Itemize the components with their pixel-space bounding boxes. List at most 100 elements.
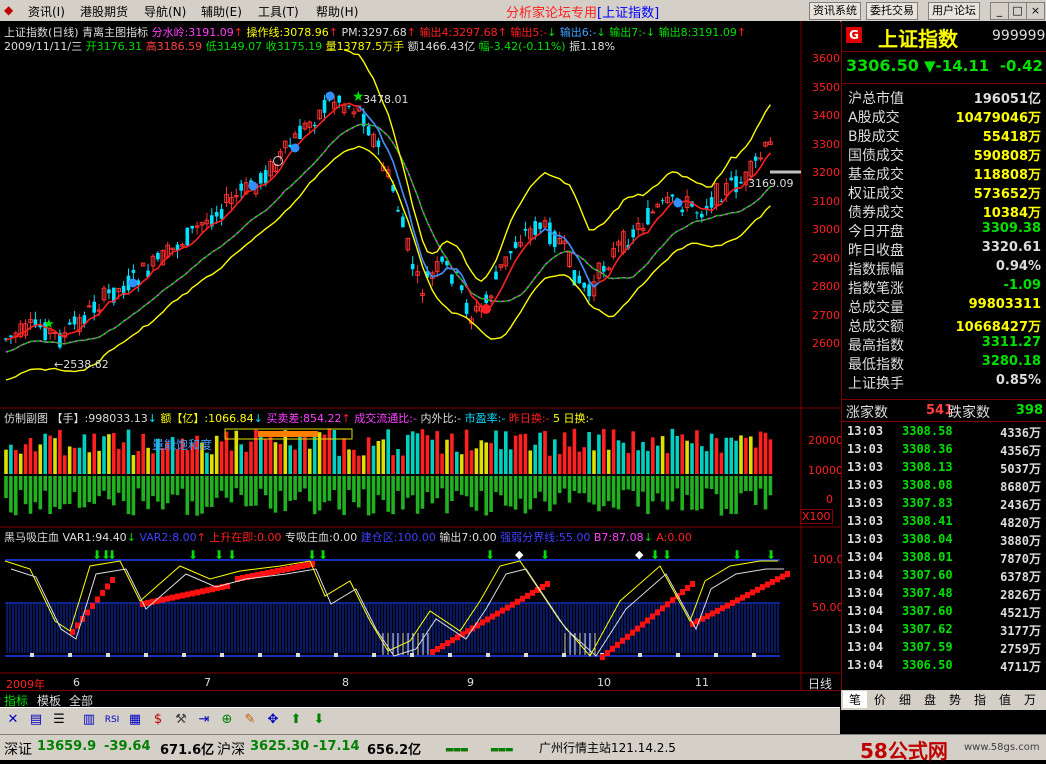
bar-chart-icon[interactable]: ▥	[80, 711, 98, 729]
volume-bar-negative	[391, 476, 395, 515]
volume-bar	[450, 433, 454, 474]
price-tick: 3400	[812, 109, 840, 122]
lower-band-line	[5, 145, 771, 381]
volume-bar-negative	[146, 476, 150, 510]
trade-time: 13:04	[847, 604, 884, 618]
tab-trades[interactable]: 笔	[843, 691, 867, 708]
trade-volume: 2436万	[1000, 498, 1041, 512]
volume-bar	[611, 429, 616, 474]
menu-item-help[interactable]: 帮助(H)	[316, 3, 358, 20]
export-icon[interactable]: ⇥	[195, 711, 213, 729]
volume-bar	[758, 431, 763, 474]
volume-bar	[43, 433, 47, 474]
volume-bar-negative	[219, 476, 224, 491]
sz-index-change: -39.64	[104, 739, 151, 754]
dollar-icon[interactable]: $	[149, 711, 167, 729]
chart-canvas[interactable]: ★★ ⬇⬇⬇ ⬇ ⬇ ⬇ ⬇ ⬇ ⬇ ⬇ ⬇ ⬇ ⬇ ⬇◆ ◆	[0, 21, 840, 690]
user-forum-button[interactable]: 用户论坛	[928, 2, 980, 20]
osc-step	[160, 596, 165, 603]
volume-bar-negative	[33, 476, 38, 503]
volume-bar	[651, 437, 655, 474]
volume-bar	[474, 448, 479, 474]
down-arrow-icon: ⬇	[766, 548, 776, 562]
volume-bar	[533, 444, 537, 474]
maximize-icon[interactable]: □	[1008, 2, 1027, 20]
volume-bar	[244, 451, 248, 474]
volume-bar-negative	[504, 476, 508, 506]
volume-bar-negative	[636, 476, 640, 507]
volume-bar-negative	[288, 476, 292, 501]
app-logo-icon: ◆	[4, 3, 14, 17]
quote-row: 总成交额 10668427万	[842, 316, 1046, 335]
up-arrow-icon[interactable]: ⬆	[287, 711, 305, 729]
g-badge-icon: G	[846, 27, 862, 43]
chart-icon[interactable]: ▤	[27, 711, 45, 729]
menu-item-navigate[interactable]: 导航(N)	[144, 3, 186, 20]
chart-area[interactable]: ★ ★ ⬇ ⬇ ⬇ ⬇ ⬇ ⬇ ⬇ ⬇ ⬇ ⬇ ⬇ ⬇ ⬇ ⬇ ◆ ◆ 上证指数(日线) 青离主图指标 分水岭:…	[0, 21, 844, 691]
trade-row: 13:03 3308.04 3880万	[842, 532, 1046, 550]
tab-book[interactable]: 盘	[918, 691, 942, 708]
volume-bar-negative	[543, 476, 547, 502]
volume-bar-negative	[82, 476, 87, 508]
volume-bar	[577, 451, 582, 474]
volume-bar	[273, 442, 278, 474]
trade-button[interactable]: 委托交易	[866, 2, 918, 20]
candle-body	[650, 211, 656, 214]
down-arrow-icon: ⬇	[650, 548, 660, 562]
info-system-button[interactable]: 资讯系统	[809, 2, 861, 20]
tab-trend[interactable]: 势	[943, 691, 967, 708]
osc-marker	[486, 653, 490, 657]
volume-bar-negative	[724, 476, 729, 509]
volume-bar-negative	[234, 476, 239, 489]
ohlc-date: 2009/11/11/三	[4, 40, 83, 53]
osc-marker	[182, 653, 186, 657]
quote-panel: G 上证指数 999999 3306.50 ▼-14.11 -0.42 沪总市值…	[841, 21, 1046, 690]
volume-bar-negative	[58, 476, 62, 510]
volume-bar-negative	[102, 476, 106, 491]
volume-bar-negative	[283, 476, 288, 512]
menu-item-assist[interactable]: 辅助(E)	[201, 3, 242, 20]
volume-bar-negative	[675, 476, 680, 489]
rsi-icon[interactable]: RSI	[103, 711, 121, 729]
volume-bar-negative	[440, 476, 444, 489]
zoom-icon[interactable]: ⊕	[218, 711, 236, 729]
index-change: ▼-14.11	[924, 57, 990, 75]
down-arrow-icon[interactable]: ⬇	[310, 711, 328, 729]
menu-item-tools[interactable]: 工具(T)	[258, 3, 299, 20]
tab-wan[interactable]: 万	[1018, 691, 1042, 708]
server-name: 广州行情主站121.14.2.5	[539, 741, 676, 755]
close-icon[interactable]: ×	[1026, 2, 1045, 20]
list-icon[interactable]: ☰	[50, 711, 68, 729]
volume-bar	[406, 434, 410, 474]
volume-bar	[523, 433, 528, 474]
quote-row-label: 今日开盘	[848, 224, 904, 240]
volume-bar-negative	[768, 476, 773, 496]
signal-dot	[673, 198, 683, 208]
tab-price[interactable]: 价	[868, 691, 892, 708]
x-icon[interactable]: ✕	[4, 711, 22, 729]
menu-item-hk-futures[interactable]: 港股期货	[80, 3, 128, 20]
osc-step	[745, 592, 750, 599]
tab-value[interactable]: 值	[993, 691, 1017, 708]
move-icon[interactable]: ✥	[264, 711, 282, 729]
menu-item-info[interactable]: 资讯(I)	[28, 3, 65, 20]
osc-step	[105, 583, 110, 590]
volume-bar-negative	[445, 476, 449, 514]
osc-marker	[372, 653, 376, 657]
wrench-icon[interactable]: ⚒	[172, 711, 190, 729]
chart-up-icon[interactable]: ▦	[126, 711, 144, 729]
minimize-icon[interactable]: _	[990, 2, 1009, 20]
volume-bar-negative	[592, 476, 596, 505]
tab-detail[interactable]: 细	[893, 691, 917, 708]
trade-volume: 8680万	[1000, 480, 1041, 494]
volume-bar	[499, 449, 503, 474]
pencil-icon[interactable]: ✎	[241, 711, 259, 729]
volume-bar-negative	[670, 476, 675, 502]
quote-row-label: 国债成交	[848, 148, 904, 164]
tab-index[interactable]: 指	[968, 691, 992, 708]
trade-time: 13:03	[847, 514, 884, 528]
quote-row-value: 196051亿	[973, 92, 1041, 107]
trade-volume: 4820万	[1000, 516, 1041, 530]
volume-bar-negative	[469, 476, 474, 508]
volume-bar-negative	[205, 476, 209, 507]
